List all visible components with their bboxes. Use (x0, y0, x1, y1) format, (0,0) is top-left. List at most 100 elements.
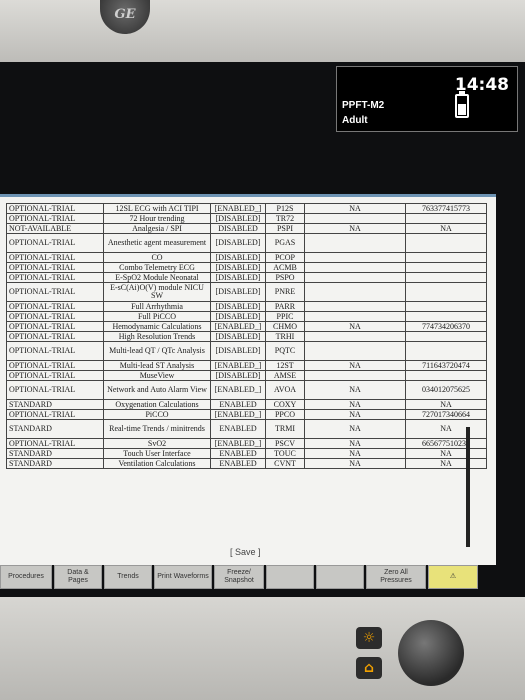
tab-print-waveforms[interactable]: Print Waveforms (154, 565, 212, 589)
state-cell: [ENABLED_] (210, 409, 266, 420)
status-cell: OPTIONAL-TRIAL (6, 301, 104, 312)
patient-category: Adult (342, 115, 368, 126)
key-cell: 763377415773 (405, 203, 487, 214)
na-cell (304, 282, 406, 302)
bottom-menu: Procedures Data & Pages Trends Print Wav… (0, 565, 525, 593)
tab-freeze-snapshot[interactable]: Freeze/ Snapshot (214, 565, 264, 589)
status-cell: NOT-AVAILABLE (6, 223, 104, 234)
bell-icon: ⚠ (449, 573, 457, 580)
key-cell (405, 370, 487, 381)
table-row: OPTIONAL-TRIAL 12SL ECG with ACI TIPI [ENA… (6, 203, 487, 214)
state-cell: [ENABLED_] (210, 203, 266, 214)
status-cell: OPTIONAL-TRIAL (6, 311, 104, 322)
scrollbar[interactable] (466, 427, 470, 547)
na-cell (304, 331, 406, 342)
key-cell: NA (405, 448, 487, 459)
state-cell: ENABLED (210, 458, 266, 469)
na-cell (304, 341, 406, 361)
save-button[interactable]: [ Save ] (230, 547, 261, 557)
tab-data-pages[interactable]: Data & Pages (54, 565, 102, 589)
key-cell (405, 213, 487, 224)
state-cell: [DISABLED] (210, 262, 266, 273)
trim-knob[interactable] (398, 620, 464, 686)
table-row: OPTIONAL-TRIAL Anesthetic agent measureme… (6, 233, 487, 253)
na-cell (304, 272, 406, 283)
feature-cell: High Resolution Trends (103, 331, 211, 342)
feature-cell: Oxygenation Calculations (103, 399, 211, 410)
state-cell: [DISABLED] (210, 213, 266, 224)
feature-cell: E-SpO2 Module Neonatal (103, 272, 211, 283)
code-cell: P12S (265, 203, 305, 214)
tab-disabled-1 (266, 565, 314, 589)
na-cell: NA (304, 458, 406, 469)
tab-procedures[interactable]: Procedures (0, 565, 52, 589)
feature-cell: Real-time Trends / minitrends (103, 419, 211, 439)
code-cell: PARR (265, 301, 305, 312)
state-cell: [ENABLED_] (210, 360, 266, 371)
feature-cell: MuseView (103, 370, 211, 381)
code-cell: PSCV (265, 438, 305, 449)
table-row: OPTIONAL-TRIAL High Resolution Trends [DIS… (6, 331, 487, 342)
table-row: OPTIONAL-TRIAL Full PiCCO [DISABLED] PPIC (6, 311, 487, 322)
status-cell: OPTIONAL-TRIAL (6, 282, 104, 302)
feature-cell: CO (103, 252, 211, 263)
feature-cell: Multi-lead ST Analysis (103, 360, 211, 371)
table-row: OPTIONAL-TRIAL 72 Hour trending [DISABLED]… (6, 213, 487, 224)
table-row: STANDARD Ventilation Calculations ENABLED C… (6, 458, 487, 469)
key-cell: NA (405, 399, 487, 410)
code-cell: CVNT (265, 458, 305, 469)
status-cell: OPTIONAL-TRIAL (6, 409, 104, 420)
feature-cell: SvO2 (103, 438, 211, 449)
battery-icon (455, 91, 469, 118)
code-cell: AMSE (265, 370, 305, 381)
tab-zero-all-pressures[interactable]: Zero All Pressures (366, 565, 426, 589)
na-cell: NA (304, 203, 406, 214)
tab-alarm-silence[interactable]: ⚠ (428, 565, 478, 589)
feature-cell: Analgesia / SPI (103, 223, 211, 234)
alarm-icon[interactable]: ☼ (356, 627, 382, 649)
table-row: OPTIONAL-TRIAL SvO2 [ENABLED_] PSCV NA 665677… (6, 438, 487, 449)
na-cell (304, 262, 406, 273)
code-cell: 12ST (265, 360, 305, 371)
feature-cell: Hemodynamic Calculations (103, 321, 211, 332)
state-cell: [ENABLED_] (210, 321, 266, 332)
feature-cell: Ventilation Calculations (103, 458, 211, 469)
home-icon[interactable]: ⌂ (356, 657, 382, 679)
state-cell: [ENABLED_] (210, 380, 266, 400)
table-row: OPTIONAL-TRIAL Network and Auto Alarm Vie… (6, 380, 487, 400)
key-cell (405, 341, 487, 361)
code-cell: PSPI (265, 223, 305, 234)
state-cell: [DISABLED] (210, 233, 266, 253)
table-row: OPTIONAL-TRIAL MuseView [DISABLED] AMSE (6, 370, 487, 381)
feature-cell: 12SL ECG with ACI TIPI (103, 203, 211, 214)
feature-cell: 72 Hour trending (103, 213, 211, 224)
table-row: OPTIONAL-TRIAL Multi-lead QT / QTc Analys… (6, 341, 487, 361)
key-cell (405, 301, 487, 312)
state-cell: [DISABLED] (210, 282, 266, 302)
na-cell: NA (304, 438, 406, 449)
table-row: NOT-AVAILABLE Analgesia / SPI DISABLED PSPI… (6, 223, 487, 234)
feature-cell: Network and Auto Alarm View (103, 380, 211, 400)
status-cell: OPTIONAL-TRIAL (6, 438, 104, 449)
key-cell (405, 262, 487, 273)
table-row: OPTIONAL-TRIAL CO [DISABLED] PCOP (6, 252, 487, 263)
state-cell: DISABLED (210, 223, 266, 234)
na-cell (304, 370, 406, 381)
status-cell: OPTIONAL-TRIAL (6, 321, 104, 332)
software-features-dialog: OPTIONAL-TRIAL 12SL ECG with ACI TIPI [ENA… (0, 194, 496, 565)
code-cell: PNRE (265, 282, 305, 302)
code-cell: TRMI (265, 419, 305, 439)
features-table: OPTIONAL-TRIAL 12SL ECG with ACI TIPI [ENA… (6, 203, 487, 469)
feature-cell: Multi-lead QT / QTc Analysis (103, 341, 211, 361)
code-cell: ACMB (265, 262, 305, 273)
feature-cell: Anesthetic agent measurement (103, 233, 211, 253)
state-cell: [DISABLED] (210, 311, 266, 322)
tab-trends[interactable]: Trends (104, 565, 152, 589)
device-bezel-top: GE (0, 0, 525, 62)
status-cell: STANDARD (6, 448, 104, 459)
feature-cell: E-sC(Ai)O(V) module NICU SW (103, 282, 211, 302)
status-cell: STANDARD (6, 458, 104, 469)
table-row: OPTIONAL-TRIAL PiCCO [ENABLED_] PPCO NA 72701… (6, 409, 487, 420)
key-cell: NA (405, 419, 487, 439)
key-cell (405, 233, 487, 253)
